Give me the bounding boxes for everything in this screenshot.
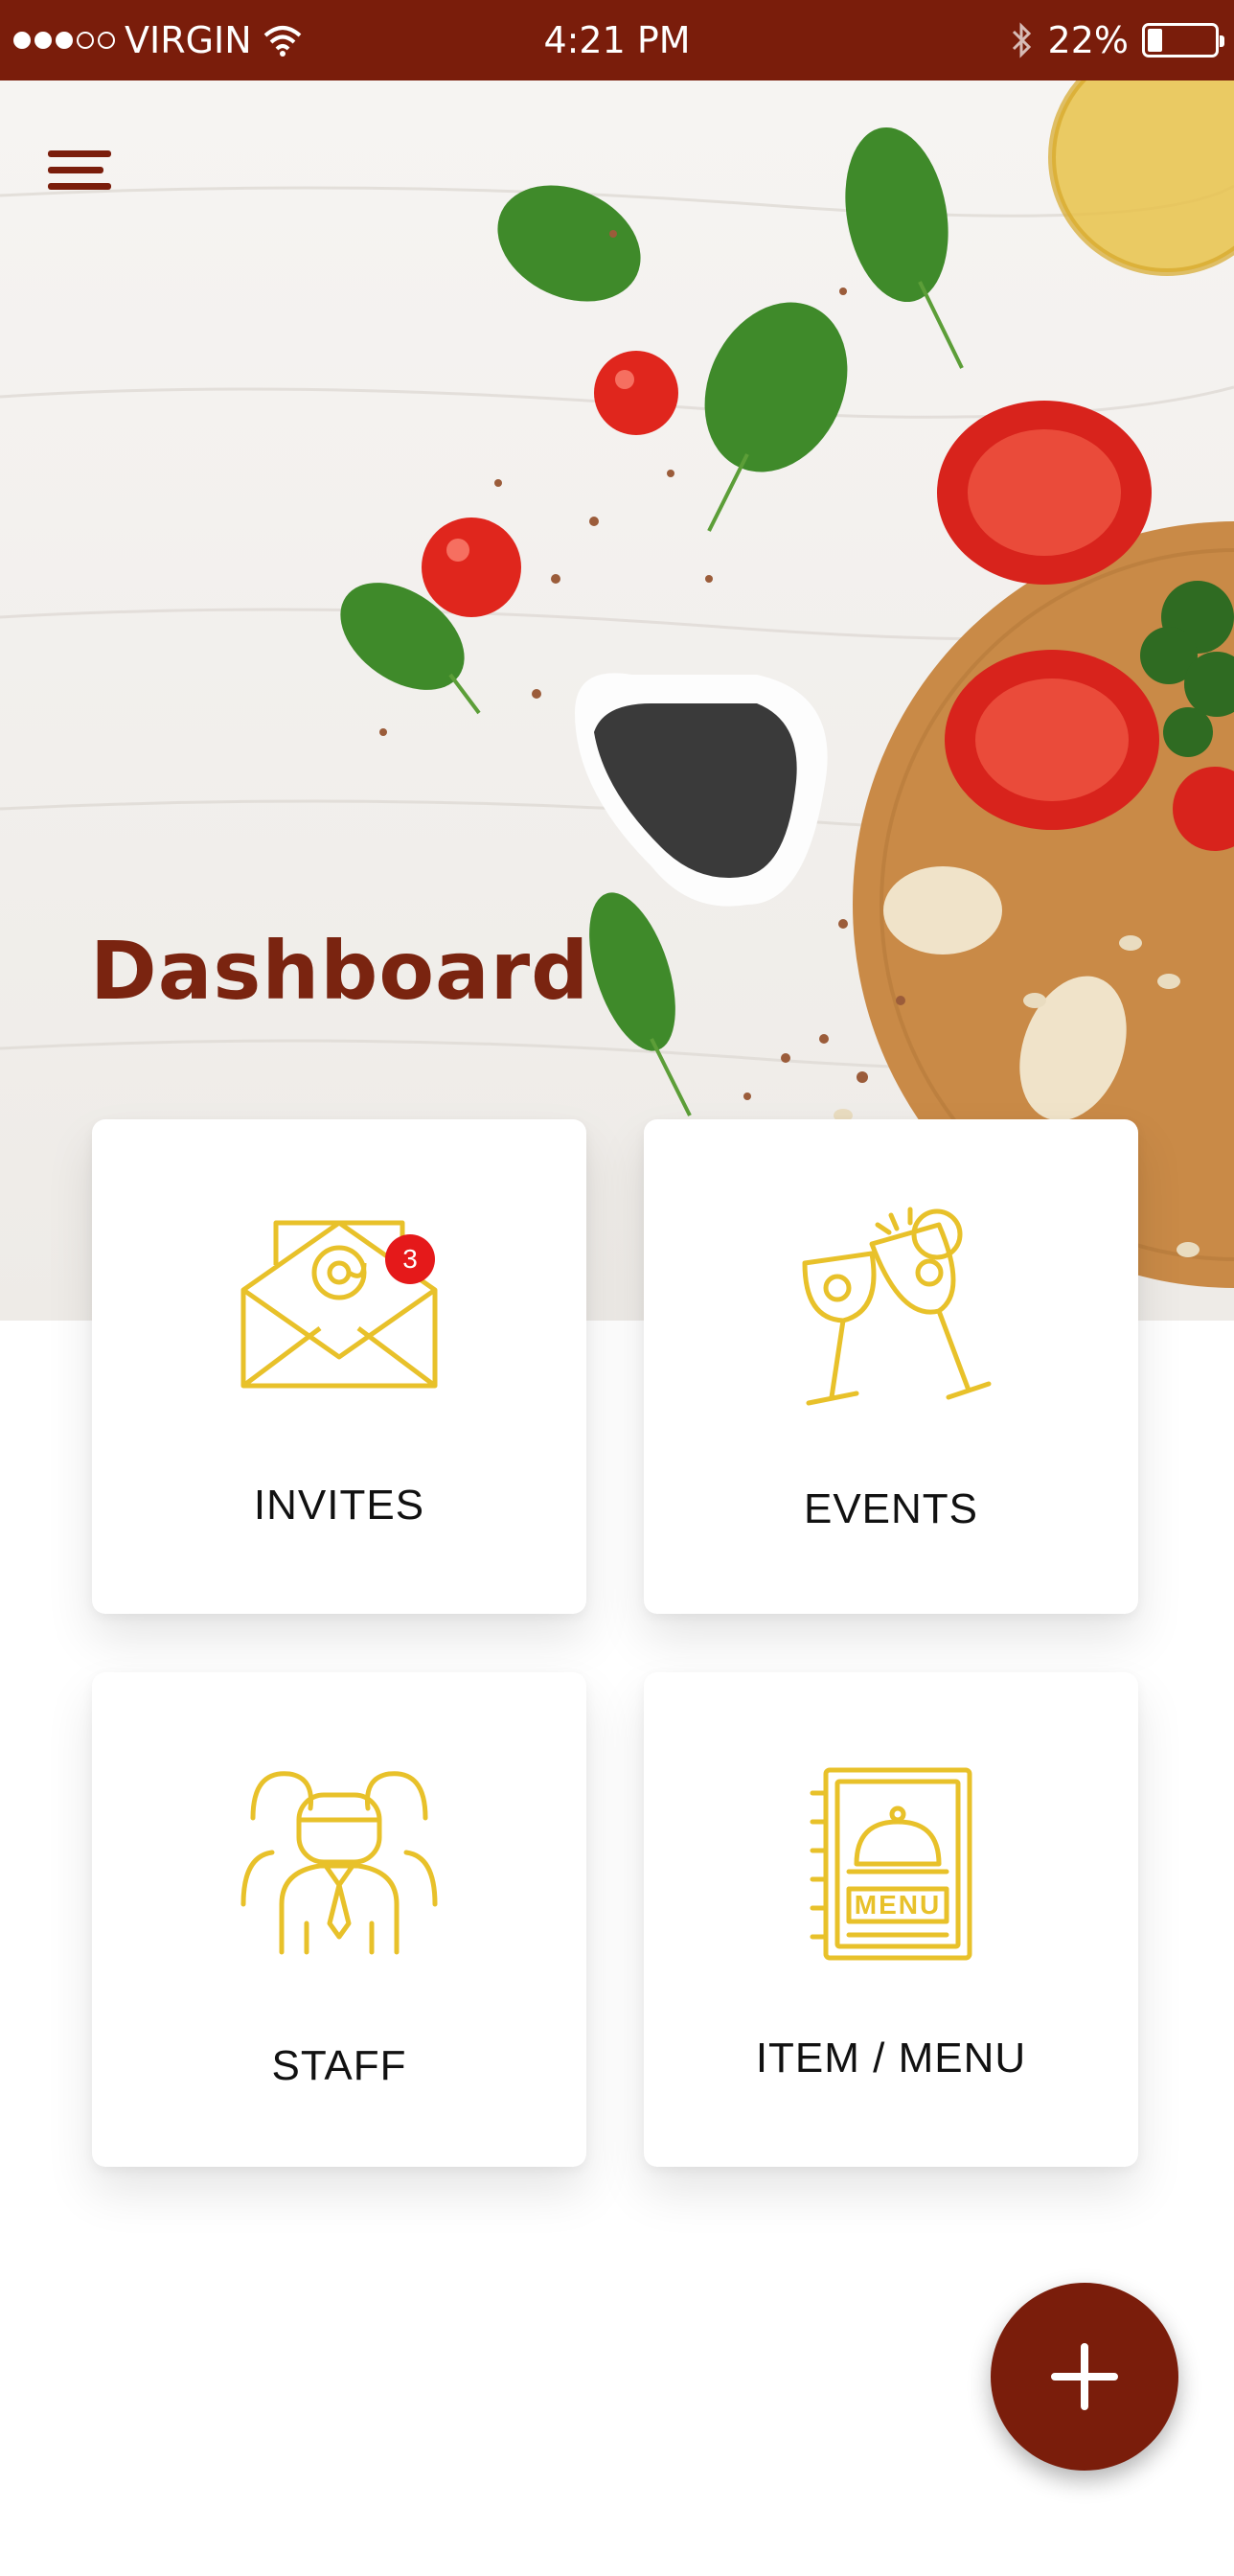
signal-strength-icon	[13, 32, 115, 49]
tile-invites[interactable]: 3 INVITES	[92, 1119, 586, 1614]
plus-icon	[1051, 2343, 1118, 2410]
envelope-email-icon	[240, 1220, 438, 1389]
tile-label: EVENTS	[803, 1485, 979, 1532]
tile-label: INVITES	[253, 1482, 425, 1529]
add-button[interactable]	[991, 2283, 1178, 2471]
svg-text:MENU: MENU	[855, 1890, 941, 1920]
dashboard-screen: VIRGIN 4:21 PM 22% Dashboard 3 INVITES E…	[0, 0, 1234, 2576]
tile-staff[interactable]: STAFF	[92, 1672, 586, 2167]
tile-label: STAFF	[271, 2042, 407, 2089]
tile-events[interactable]: EVENTS	[644, 1119, 1138, 1614]
battery-level	[1148, 29, 1162, 52]
staff-group-icon	[240, 1771, 438, 1955]
status-bar: VIRGIN 4:21 PM 22%	[0, 0, 1234, 80]
carrier-name: VIRGIN	[125, 19, 252, 61]
tile-item-menu[interactable]: MENU ITEM / MENU	[644, 1672, 1138, 2167]
menu-book-icon: MENU	[810, 1767, 972, 1961]
status-left: VIRGIN	[13, 19, 304, 61]
cocktail-toast-icon	[802, 1207, 992, 1406]
wifi-icon	[263, 26, 302, 57]
hamburger-menu-icon[interactable]	[48, 136, 125, 203]
tile-label: ITEM / MENU	[755, 2035, 1027, 2082]
battery-icon	[1142, 23, 1224, 58]
page-title: Dashboard	[90, 924, 590, 1018]
bluetooth-icon	[1012, 22, 1031, 58]
battery-percent: 22%	[1047, 19, 1129, 61]
status-right: 22%	[1010, 19, 1224, 61]
invites-badge: 3	[385, 1234, 435, 1284]
